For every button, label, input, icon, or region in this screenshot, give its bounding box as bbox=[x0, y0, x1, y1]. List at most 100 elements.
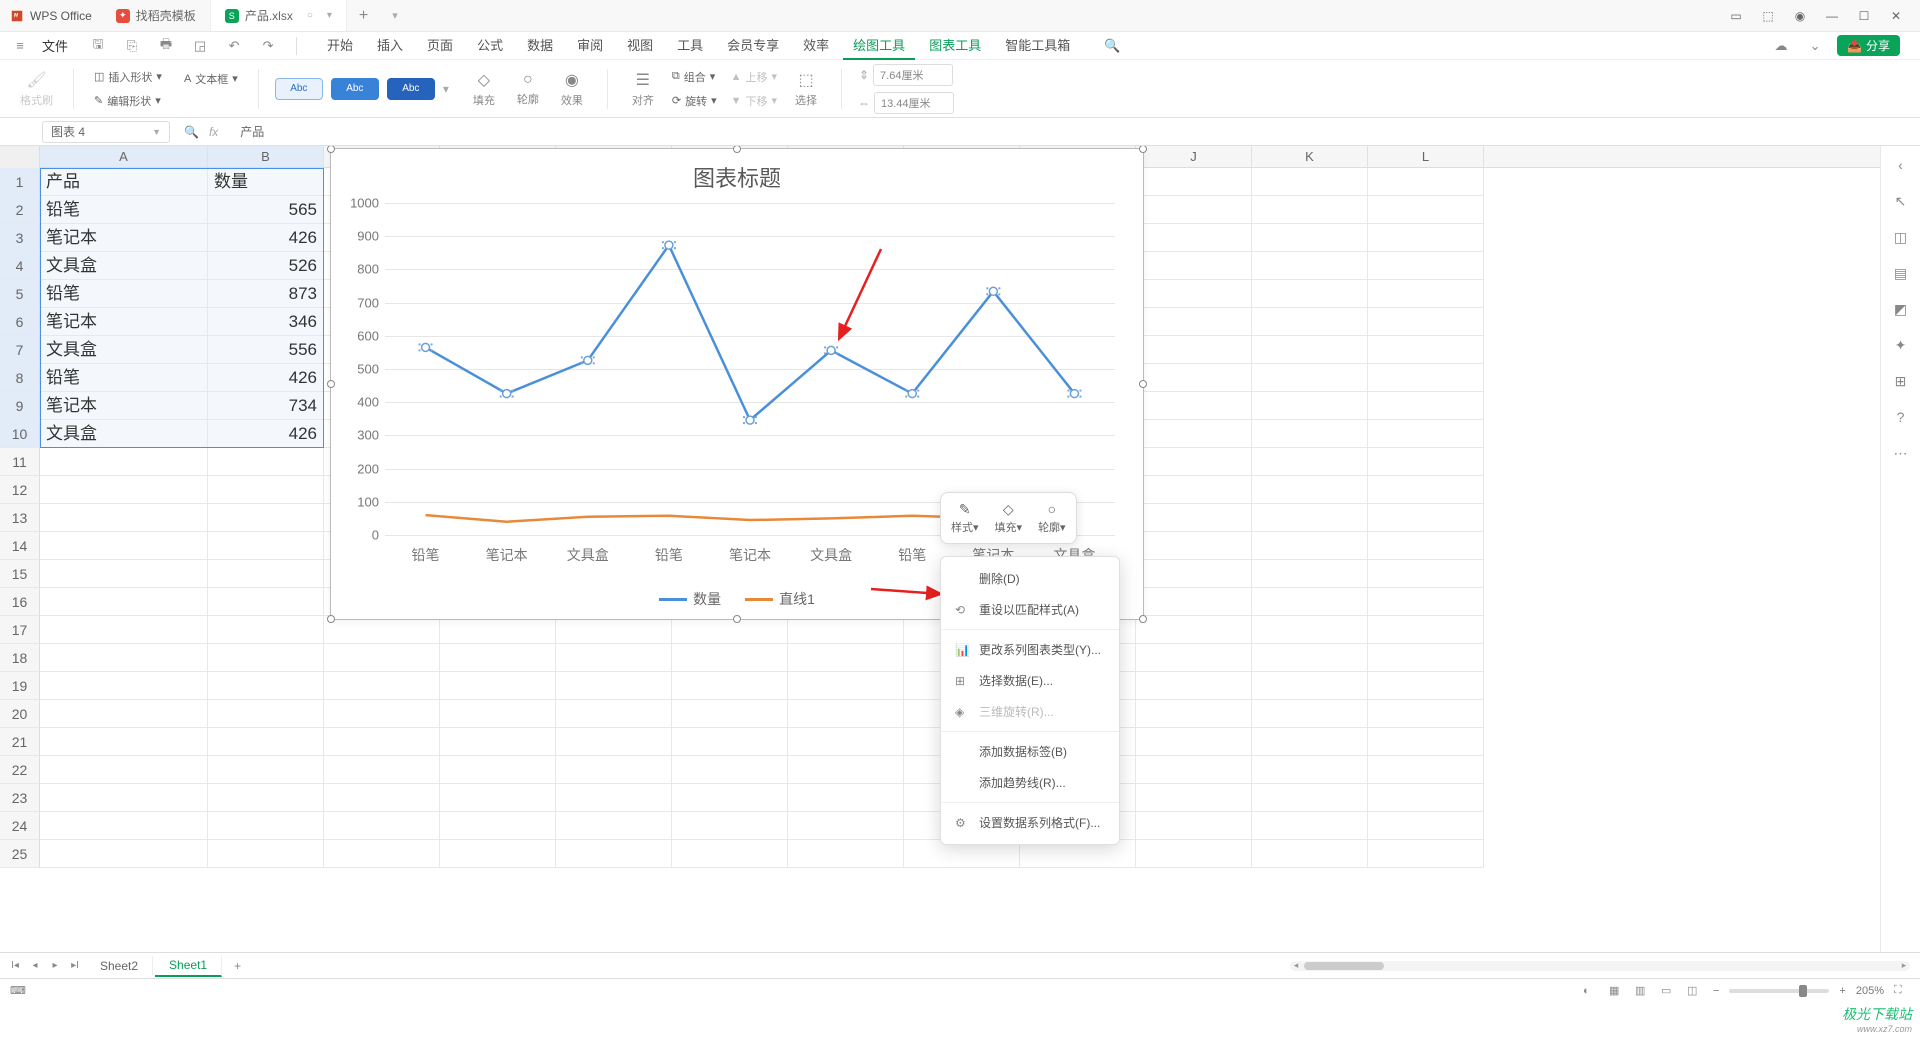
cell[interactable] bbox=[1252, 840, 1368, 868]
cell[interactable] bbox=[788, 672, 904, 700]
cell[interactable] bbox=[1368, 392, 1484, 420]
save-icon[interactable]: 🖫 bbox=[88, 36, 108, 56]
group-button[interactable]: ⧉组合 ▾ bbox=[668, 67, 721, 87]
context-item[interactable]: ⊞选择数据(E)... bbox=[941, 665, 1119, 696]
cell[interactable] bbox=[556, 756, 672, 784]
reading-icon[interactable]: ◫ bbox=[1687, 984, 1703, 997]
cell[interactable] bbox=[1136, 616, 1252, 644]
view-layout-icon[interactable]: ▥ bbox=[1635, 984, 1651, 997]
row-header[interactable]: 18 bbox=[0, 644, 40, 672]
legend-item[interactable]: 直线1 bbox=[745, 589, 815, 609]
row-header[interactable]: 15 bbox=[0, 560, 40, 588]
cell[interactable] bbox=[440, 812, 556, 840]
row-header[interactable]: 5 bbox=[0, 280, 40, 308]
cell[interactable] bbox=[1136, 308, 1252, 336]
cell[interactable] bbox=[1136, 420, 1252, 448]
row-header[interactable]: 16 bbox=[0, 588, 40, 616]
cell[interactable] bbox=[40, 840, 208, 868]
context-item[interactable]: ⚙设置数据系列格式(F)... bbox=[941, 807, 1119, 838]
cell[interactable] bbox=[672, 840, 788, 868]
cell[interactable] bbox=[208, 532, 324, 560]
cell[interactable] bbox=[556, 616, 672, 644]
keyboard-icon[interactable]: ⌨ bbox=[10, 984, 26, 997]
context-item[interactable]: 添加数据标签(B) bbox=[941, 736, 1119, 767]
name-box[interactable]: 图表 4 ▼ bbox=[42, 121, 170, 143]
cell[interactable] bbox=[40, 504, 208, 532]
cell[interactable] bbox=[1368, 616, 1484, 644]
cell[interactable] bbox=[1252, 560, 1368, 588]
props-panel-icon[interactable]: ▤ bbox=[1892, 264, 1910, 282]
fx-icon[interactable]: fx bbox=[209, 125, 218, 139]
cell[interactable]: 734 bbox=[208, 392, 324, 420]
cell[interactable] bbox=[1252, 672, 1368, 700]
row-header[interactable]: 12 bbox=[0, 476, 40, 504]
cell[interactable] bbox=[40, 728, 208, 756]
row-header[interactable]: 11 bbox=[0, 448, 40, 476]
cell[interactable] bbox=[440, 616, 556, 644]
column-header[interactable]: A bbox=[40, 146, 208, 167]
cell[interactable] bbox=[40, 476, 208, 504]
resize-handle[interactable] bbox=[327, 380, 335, 388]
cube-icon[interactable]: ⬚ bbox=[1760, 8, 1776, 24]
row-header[interactable]: 7 bbox=[0, 336, 40, 364]
row-header[interactable]: 25 bbox=[0, 840, 40, 868]
cell[interactable]: 526 bbox=[208, 252, 324, 280]
cell[interactable] bbox=[1368, 532, 1484, 560]
cell[interactable] bbox=[40, 756, 208, 784]
cell[interactable] bbox=[1252, 616, 1368, 644]
align-button[interactable]: ☰对齐 bbox=[624, 68, 662, 110]
select-all-corner[interactable] bbox=[0, 146, 40, 168]
zoom-slider[interactable] bbox=[1729, 989, 1829, 993]
cell[interactable] bbox=[40, 700, 208, 728]
cell[interactable] bbox=[1368, 700, 1484, 728]
tab-menu-icon[interactable]: ▾ bbox=[327, 10, 332, 21]
cell[interactable] bbox=[1368, 224, 1484, 252]
chart-panel-icon[interactable]: ◩ bbox=[1892, 300, 1910, 318]
dark-mode-icon[interactable]: ◐ bbox=[1583, 985, 1599, 997]
cell[interactable] bbox=[440, 784, 556, 812]
cell[interactable] bbox=[208, 784, 324, 812]
cell[interactable] bbox=[1136, 840, 1252, 868]
preset-more-icon[interactable]: ▾ bbox=[443, 82, 449, 96]
row-header[interactable]: 3 bbox=[0, 224, 40, 252]
cell[interactable] bbox=[788, 812, 904, 840]
horizontal-scrollbar[interactable]: ◂ ▸ bbox=[1290, 961, 1910, 971]
cell[interactable] bbox=[1252, 588, 1368, 616]
export-icon[interactable]: ⎘ bbox=[122, 36, 142, 56]
row-header[interactable]: 6 bbox=[0, 308, 40, 336]
cell[interactable] bbox=[788, 840, 904, 868]
zoom-in-button[interactable]: + bbox=[1839, 985, 1845, 997]
resize-handle[interactable] bbox=[327, 615, 335, 623]
cell[interactable] bbox=[672, 616, 788, 644]
cell[interactable] bbox=[1252, 784, 1368, 812]
column-header[interactable]: B bbox=[208, 146, 324, 167]
cell[interactable] bbox=[440, 644, 556, 672]
data-point-marker[interactable] bbox=[827, 346, 835, 354]
print-icon[interactable]: 🖶 bbox=[156, 36, 176, 56]
cell[interactable] bbox=[40, 616, 208, 644]
rotate-button[interactable]: ⟳旋转 ▾ bbox=[668, 91, 721, 111]
cell[interactable] bbox=[40, 448, 208, 476]
cell[interactable] bbox=[1252, 420, 1368, 448]
cell[interactable] bbox=[40, 644, 208, 672]
outline-button[interactable]: ○轮廓 bbox=[509, 69, 547, 109]
cell[interactable]: 873 bbox=[208, 280, 324, 308]
ribbon-tab[interactable]: 数据 bbox=[517, 31, 563, 60]
cell[interactable] bbox=[1136, 336, 1252, 364]
layout-icon[interactable]: ▭ bbox=[1728, 8, 1744, 24]
row-header[interactable]: 8 bbox=[0, 364, 40, 392]
resize-handle[interactable] bbox=[733, 615, 741, 623]
cell[interactable] bbox=[208, 700, 324, 728]
tab-workbook[interactable]: S 产品.xlsx ○ ▾ bbox=[211, 0, 347, 31]
cell[interactable] bbox=[40, 588, 208, 616]
cell[interactable] bbox=[1136, 756, 1252, 784]
cell[interactable] bbox=[440, 728, 556, 756]
undo-icon[interactable]: ↶ bbox=[224, 36, 244, 56]
tab-list-button[interactable]: ▾ bbox=[380, 9, 410, 22]
mini-样式-button[interactable]: ✎样式▾ bbox=[943, 499, 987, 537]
effects-button[interactable]: ◉效果 bbox=[553, 68, 591, 110]
cell[interactable] bbox=[672, 644, 788, 672]
row-header[interactable]: 19 bbox=[0, 672, 40, 700]
cell[interactable] bbox=[208, 616, 324, 644]
cell[interactable] bbox=[440, 700, 556, 728]
